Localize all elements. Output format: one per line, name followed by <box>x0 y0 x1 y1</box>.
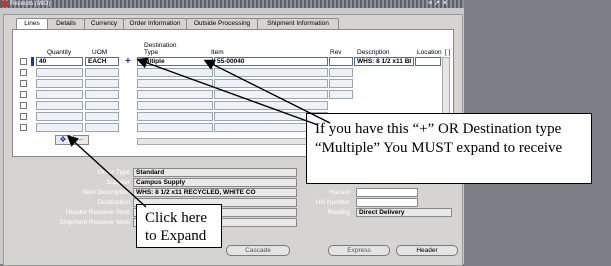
uom-cell[interactable] <box>85 112 119 121</box>
collapse-icon: – <box>78 135 84 144</box>
uom-cell[interactable] <box>85 123 119 132</box>
horizontal-scrollbar[interactable] <box>137 138 317 145</box>
header-uom: UOM <box>92 49 108 56</box>
tab-shipment-information[interactable]: Shipment Information <box>257 18 339 29</box>
tab-order-information[interactable]: Order Information <box>123 18 187 29</box>
express-button[interactable]: Express <box>328 245 390 256</box>
order-type-field: Standard <box>133 168 297 177</box>
uom-cell[interactable]: EACH <box>85 57 119 66</box>
table-row[interactable] <box>13 79 453 89</box>
routing-field: Direct Delivery <box>356 208 452 217</box>
rev-cell[interactable] <box>329 68 353 77</box>
quantity-cell[interactable] <box>36 79 83 88</box>
app-icon <box>1 1 8 7</box>
order-type-label: Order Type <box>97 169 130 176</box>
table-row[interactable] <box>13 68 453 78</box>
row-checkbox[interactable] <box>20 102 27 109</box>
destination-label: Destination <box>97 199 130 206</box>
window-title: Receipts (MIO) <box>10 1 51 7</box>
destination-type-cell[interactable] <box>137 112 213 121</box>
current-row-indicator <box>31 57 34 66</box>
item-cell[interactable] <box>214 90 328 99</box>
hazard-field[interactable] <box>356 188 418 197</box>
tab-details[interactable]: Details <box>47 18 85 29</box>
table-row[interactable]: 40 EACH + Multiple 55-00040 WHS: 8 1/2 x… <box>13 57 453 67</box>
header-quantity: Quantity <box>47 49 72 56</box>
expand-button[interactable]: ❖ <box>55 135 71 145</box>
tab-outside-processing[interactable]: Outside Processing <box>186 18 258 29</box>
expand-icon: ❖ <box>59 135 67 144</box>
row-checkbox[interactable] <box>20 124 27 131</box>
supplier-field: Campus Supply <box>133 178 297 187</box>
item-cell[interactable] <box>214 68 328 77</box>
header-flex[interactable]: [ ] <box>445 49 450 56</box>
table-row[interactable] <box>13 90 453 100</box>
tab-currency[interactable]: Currency <box>84 18 124 29</box>
quantity-cell[interactable] <box>36 68 83 77</box>
item-cell[interactable] <box>214 101 328 110</box>
un-number-field[interactable] <box>356 198 418 207</box>
rev-cell[interactable] <box>329 57 353 66</box>
supplier-label: Supplier <box>106 179 130 186</box>
item-cell[interactable] <box>214 79 328 88</box>
uom-cell[interactable] <box>85 79 119 88</box>
header-destination-type: Destination Type <box>144 42 177 56</box>
rev-cell[interactable] <box>329 79 353 88</box>
header-receiver-note-label: Header Receiver Note <box>65 209 130 216</box>
table-row[interactable] <box>13 101 453 111</box>
shipment-receiver-note-label: Shipment Receiver Note <box>59 219 130 226</box>
routing-label: Routing <box>327 209 350 216</box>
title-bar: Receipts (MIO) ≡ ↗ ✕ <box>0 0 464 8</box>
row-checkbox[interactable] <box>20 113 27 120</box>
uom-cell[interactable] <box>85 68 119 77</box>
quantity-cell[interactable] <box>36 112 83 121</box>
quantity-cell[interactable] <box>36 101 83 110</box>
collapse-button[interactable]: – <box>73 135 89 145</box>
destination-type-cell[interactable] <box>137 79 213 88</box>
window-controls[interactable]: ≡ ↗ ✕ <box>428 0 448 8</box>
uom-cell[interactable] <box>85 101 119 110</box>
quantity-cell[interactable] <box>36 123 83 132</box>
must-expand-callout: If you have this “+” OR Destination type… <box>306 113 592 184</box>
destination-type-cell[interactable] <box>137 90 213 99</box>
item-description-field: WHS: 8 1/2 x11 RECYCLED, WHITE CO <box>133 188 297 197</box>
row-checkbox[interactable] <box>20 69 27 76</box>
item-description-label: Item Description <box>83 189 130 196</box>
destination-type-cell[interactable]: Multiple <box>137 57 213 66</box>
uom-cell[interactable] <box>85 90 119 99</box>
row-checkbox[interactable] <box>20 58 27 65</box>
rev-cell[interactable] <box>329 90 353 99</box>
item-cell[interactable]: 55-00040 <box>214 57 328 66</box>
description-cell[interactable]: WHS: 8 1/2 x11 BI <box>354 57 414 66</box>
quantity-cell[interactable]: 40 <box>36 57 83 66</box>
header-button[interactable]: Header <box>396 245 458 256</box>
row-checkbox[interactable] <box>20 91 27 98</box>
row-checkbox[interactable] <box>20 80 27 87</box>
location-cell[interactable] <box>415 57 441 66</box>
click-to-expand-callout: Click here to Expand <box>136 204 222 248</box>
destination-type-cell[interactable] <box>137 68 213 77</box>
multiple-distribution-plus[interactable]: + <box>125 57 131 67</box>
header-description: Description <box>357 49 390 56</box>
header-item: Item <box>211 49 224 56</box>
header-location: Location <box>417 49 442 56</box>
hazard-label: Hazard <box>329 189 350 196</box>
destination-type-cell[interactable] <box>137 123 213 132</box>
header-rev: Rev <box>330 49 342 56</box>
un-number-label: UN Number <box>315 199 350 206</box>
destination-type-cell[interactable] <box>137 101 213 110</box>
cascade-button[interactable]: Cascade <box>226 245 290 256</box>
quantity-cell[interactable] <box>36 90 83 99</box>
